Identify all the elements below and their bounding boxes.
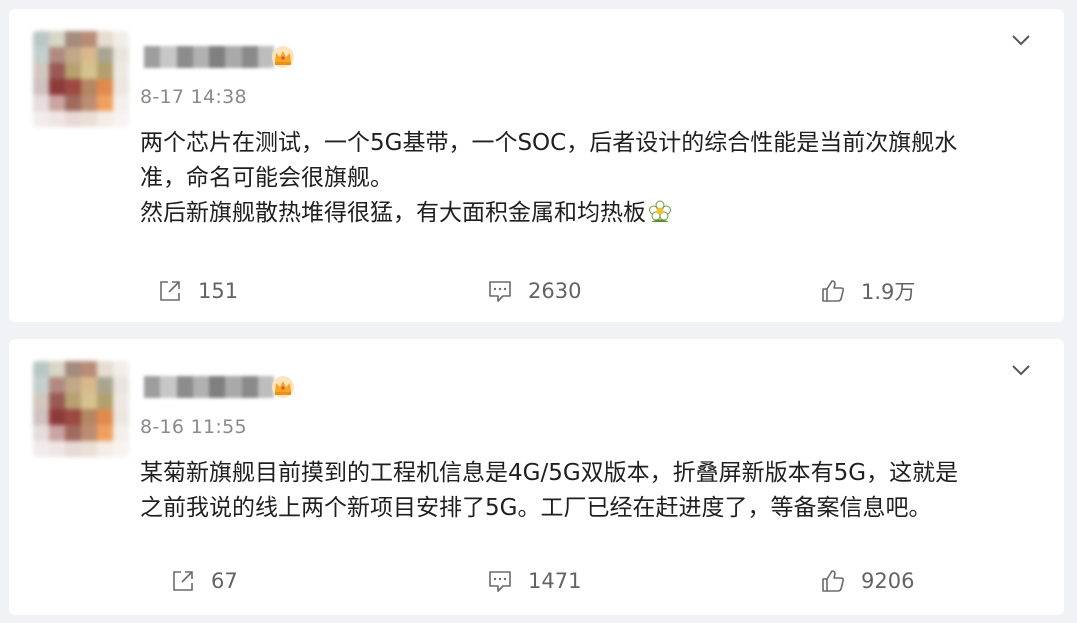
post-text: 某菊新旗舰目前摸到的工程机信息是4G/5G双版本，折叠屏新版本有5G，这就是 之…: [140, 456, 1040, 526]
post-text-line: 某菊新旗舰目前摸到的工程机信息是4G/5G双版本，折叠屏新版本有5G，这就是: [140, 460, 959, 486]
comment-icon: [489, 571, 511, 592]
like-button[interactable]: 1.9万: [819, 271, 915, 311]
weibo-post-card: 8-17 14:38 两个芯片在测试，一个5G基带，一个SOC，后者设计的综合性…: [9, 9, 1064, 322]
post-text-line: 准，命名可能会很旗舰。: [140, 165, 393, 191]
comment-count: 1471: [528, 569, 582, 593]
share-count: 151: [198, 279, 239, 303]
comment-count: 2630: [528, 279, 582, 303]
avatar[interactable]: [33, 31, 129, 127]
vip-crown-icon: [272, 376, 294, 398]
action-bar: 67 1471 9206: [9, 561, 1064, 601]
comment-button[interactable]: 2630: [486, 271, 581, 311]
like-button[interactable]: 9206: [819, 561, 914, 601]
share-icon: [173, 571, 193, 591]
share-count: 67: [211, 569, 238, 593]
comment-button[interactable]: 1471: [486, 561, 581, 601]
post-text-line: 然后新旗舰散热堆得很猛，有大面积金属和均热板: [140, 196, 1040, 231]
username-redacted[interactable]: [144, 46, 274, 68]
chevron-down-icon[interactable]: [1010, 29, 1032, 51]
username-redacted[interactable]: [144, 376, 274, 398]
post-time: 8-16 11:55: [140, 416, 247, 438]
share-icon: [160, 281, 180, 301]
action-bar: 151 2630 1.9万: [9, 271, 1064, 311]
like-count: 9206: [861, 569, 915, 593]
comment-icon: [489, 281, 511, 302]
post-time: 8-17 14:38: [140, 86, 247, 108]
post-text-line: 之前我说的线上两个新项目安排了5G。工厂已经在赶进度了，等备案信息吧。: [140, 495, 932, 521]
like-count: 1.9万: [861, 280, 916, 304]
vip-crown-icon: [272, 46, 294, 68]
chevron-down-icon[interactable]: [1010, 359, 1032, 381]
flower-emoji-icon: [649, 200, 671, 222]
post-text-line: 两个芯片在测试，一个5G基带，一个SOC，后者设计的综合性能是当前次旗舰水: [140, 130, 958, 156]
share-button[interactable]: 151: [156, 271, 238, 311]
share-button[interactable]: 67: [169, 561, 238, 601]
post-text: 两个芯片在测试，一个5G基带，一个SOC，后者设计的综合性能是当前次旗舰水 准，…: [140, 126, 1040, 231]
thumbs-up-icon: [822, 280, 845, 302]
avatar[interactable]: [33, 361, 129, 457]
thumbs-up-icon: [822, 570, 845, 592]
weibo-post-card: 8-16 11:55 某菊新旗舰目前摸到的工程机信息是4G/5G双版本，折叠屏新…: [9, 339, 1064, 615]
